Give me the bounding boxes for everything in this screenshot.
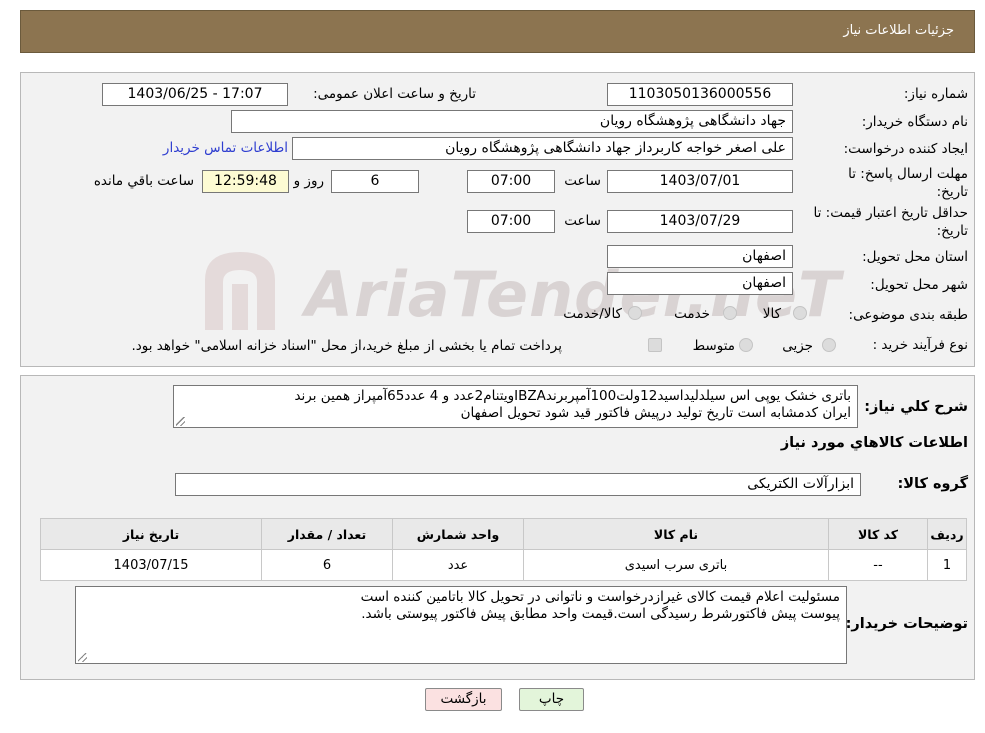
process-minor-radio[interactable]	[822, 338, 836, 352]
col-qty-header: تعداد / مقدار	[261, 518, 393, 550]
goods-table: رديف کد کالا نام کالا واحد شمارش تعداد /…	[40, 518, 967, 581]
unit-cell: عدد	[392, 549, 524, 581]
category-goods-label: کالا	[762, 306, 781, 322]
deadline-label-line2: تاریخ:	[936, 184, 968, 200]
validity-label-line1: حداقل تاریخ اعتبار قیمت: تا	[813, 205, 968, 221]
goods-section-title: اطلاعات کالاهاي مورد نياز	[780, 435, 968, 451]
category-goods-service-radio[interactable]	[628, 306, 642, 320]
process-minor-label: جزیی	[782, 338, 813, 354]
col-row-header: رديف	[927, 518, 967, 550]
category-goods-radio[interactable]	[793, 306, 807, 320]
quantity-cell: 6	[261, 549, 393, 581]
buyer-org-label: نام دستگاه خریدار:	[861, 114, 968, 130]
buyer-notes-textarea[interactable]: مسئولیت اعلام قیمت کالای غیرازدرخواست و …	[75, 586, 847, 664]
city-label: شهر محل تحویل:	[870, 277, 968, 293]
process-medium-label: متوسط	[692, 338, 735, 354]
page-header: جزئیات اطلاعات نیاز	[20, 10, 975, 53]
goods-group-field: ابزارآلات الکتریکی	[175, 473, 861, 496]
col-date-header: تاریخ نیاز	[40, 518, 262, 550]
days-field: 6	[331, 170, 419, 193]
creator-label: ایجاد کننده درخواست:	[843, 141, 968, 157]
col-name-header: نام کالا	[523, 518, 829, 550]
resize-grip-icon[interactable]	[176, 417, 185, 426]
item-name-cell: باتری سرب اسیدی	[523, 549, 829, 581]
goods-table-header: رديف کد کالا نام کالا واحد شمارش تعداد /…	[40, 518, 967, 550]
item-code-cell: --	[828, 549, 928, 581]
category-service-radio[interactable]	[723, 306, 737, 320]
buyer-notes-line-2: پیوست پیش فاکتورشرط رسیدگی است.قیمت واحد…	[361, 606, 840, 622]
deadline-date-field: 1403/07/01	[607, 170, 793, 193]
process-note: پرداخت تمام یا بخشی از مبلغ خرید،از محل …	[131, 338, 562, 354]
process-label: نوع فرآیند خرید :	[872, 337, 968, 353]
description-label: شرح کلي نياز:	[864, 399, 968, 415]
category-goods-service-label: کالا/خدمت	[563, 306, 622, 322]
buyer-contact-link[interactable]: اطلاعات تماس خریدار	[163, 140, 288, 156]
category-label: طبقه بندی موضوعی:	[848, 307, 968, 323]
table-row: 1 -- باتری سرب اسیدی عدد 6 1403/07/15	[40, 549, 967, 581]
need-number-label: شماره نیاز:	[903, 86, 968, 102]
remaining-time-label: ساعت باقي مانده	[93, 173, 194, 189]
announce-field: 1403/06/25 - 17:07	[102, 83, 288, 106]
resize-grip-icon[interactable]	[78, 653, 87, 662]
buyer-org-field: جهاد دانشگاهی پژوهشگاه رویان	[231, 110, 793, 133]
back-button[interactable]: بازگشت	[425, 688, 502, 711]
deadline-label-line1: مهلت ارسال پاسخ: تا	[848, 166, 968, 182]
process-medium-radio[interactable]	[739, 338, 753, 352]
row-number-cell: 1	[927, 549, 967, 581]
validity-time-field: 07:00	[467, 210, 555, 233]
validity-label-line2: تاریخ:	[936, 223, 968, 239]
remaining-time-field: 12:59:48	[202, 170, 289, 193]
province-field: اصفهان	[607, 245, 793, 268]
validity-date-field: 1403/07/29	[607, 210, 793, 233]
goods-group-label: گروه کالا:	[897, 476, 968, 492]
creator-field: علی اصغر خواجه کاربرداز جهاد دانشگاهی پژ…	[292, 137, 793, 160]
treasury-bonds-checkbox[interactable]	[648, 338, 662, 352]
description-line-1: باتری خشک یوپی اس سیلدلیداسید12ولت100آمپ…	[294, 388, 851, 404]
days-label: روز و	[293, 173, 324, 189]
deadline-time-label: ساعت	[564, 173, 601, 189]
city-field: اصفهان	[607, 272, 793, 295]
validity-time-label: ساعت	[564, 213, 601, 229]
description-textarea[interactable]: باتری خشک یوپی اس سیلدلیداسید12ولت100آمپ…	[173, 385, 858, 428]
deadline-time-field: 07:00	[467, 170, 555, 193]
category-service-label: خدمت	[674, 306, 710, 322]
province-label: استان محل تحویل:	[862, 249, 968, 265]
col-unit-header: واحد شمارش	[392, 518, 524, 550]
description-line-2: ایران کدمشابه است تاریخ تولید درپیش فاکت…	[460, 405, 851, 421]
need-number-field: 1103050136000556	[607, 83, 793, 106]
buyer-notes-label: توضیحات خریدار:	[845, 616, 968, 632]
need-date-cell: 1403/07/15	[40, 549, 262, 581]
print-button[interactable]: چاپ	[519, 688, 584, 711]
buyer-notes-line-1: مسئولیت اعلام قیمت کالای غیرازدرخواست و …	[360, 589, 840, 605]
watermark-logo-icon	[205, 252, 275, 330]
announce-label: تاریخ و ساعت اعلان عمومی:	[313, 86, 476, 102]
page-title: جزئیات اطلاعات نیاز	[843, 23, 954, 38]
col-code-header: کد کالا	[828, 518, 928, 550]
